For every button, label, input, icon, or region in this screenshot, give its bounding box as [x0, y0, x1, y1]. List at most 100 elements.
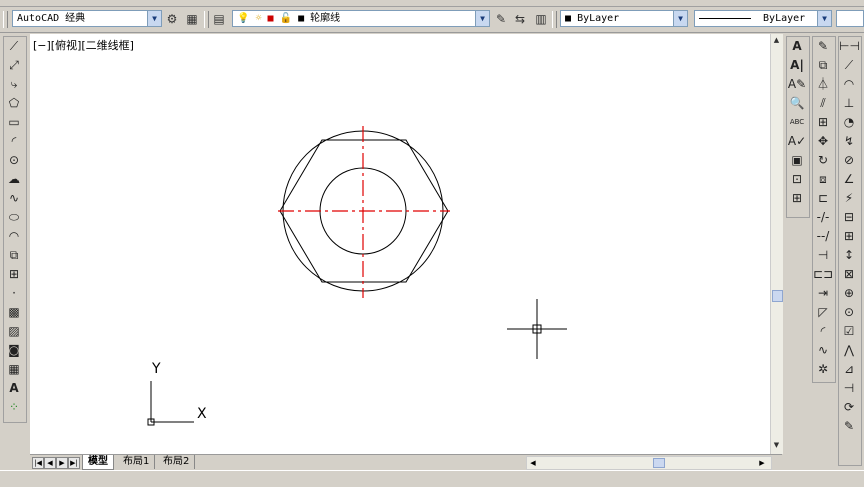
justify-text-icon[interactable]: ⊡ [787, 170, 807, 189]
chevron-down-icon[interactable]: ▼ [147, 11, 161, 26]
make-current-layer-icon[interactable]: ✎ [493, 11, 509, 27]
arc-icon[interactable]: ◜ [4, 132, 24, 151]
single-line-text-icon[interactable]: A| [787, 56, 807, 75]
chevron-down-icon[interactable]: ▼ [475, 11, 489, 26]
scroll-thumb[interactable] [772, 290, 783, 302]
erase-icon[interactable]: ✎ [813, 37, 833, 56]
array-icon[interactable]: ⊞ [813, 113, 833, 132]
dimension-style-icon[interactable]: ✎ [839, 417, 859, 436]
linetype-dropdown[interactable]: ByLayer ▼ [694, 10, 832, 27]
add-selected-icon[interactable]: ⁘ [4, 398, 24, 417]
fillet-icon[interactable]: ◜ [813, 322, 833, 341]
layer-states-icon[interactable]: ▥ [533, 11, 549, 27]
move-icon[interactable]: ✥ [813, 132, 833, 151]
convert-distance-icon[interactable]: ⊞ [787, 189, 807, 208]
mirror-icon[interactable]: ⏃ [813, 75, 833, 94]
tolerance-icon[interactable]: ⊕ [839, 284, 859, 303]
tab-layout2[interactable]: 布局2 [158, 455, 196, 469]
multiline-text-icon[interactable]: A [787, 37, 807, 56]
toolbar-grip[interactable] [204, 11, 209, 28]
ellipse-arc-icon[interactable]: ◠ [4, 227, 24, 246]
rotate-icon[interactable]: ↻ [813, 151, 833, 170]
region-icon[interactable]: ◙ [4, 341, 24, 360]
arc-length-icon[interactable]: ◠ [839, 75, 859, 94]
chamfer-icon[interactable]: ◸ [813, 303, 833, 322]
scroll-thumb[interactable] [653, 458, 665, 468]
revision-cloud-icon[interactable]: ☁ [4, 170, 24, 189]
join-icon[interactable]: ⇥ [813, 284, 833, 303]
break-icon[interactable]: ⊏⊐ [813, 265, 833, 284]
last-tab-icon[interactable]: ▶| [68, 457, 80, 469]
baseline-dimension-icon[interactable]: ⊟ [839, 208, 859, 227]
insert-block-icon[interactable]: ⧉ [4, 246, 24, 265]
center-mark-icon[interactable]: ⊙ [839, 303, 859, 322]
gear-icon[interactable]: ⚙ [164, 11, 180, 27]
scroll-left-icon[interactable]: ◀ [528, 457, 538, 469]
edit-text-icon[interactable]: A✎ [787, 75, 807, 94]
dimension-edit-icon[interactable]: ⊿ [839, 360, 859, 379]
toolbar-grip[interactable] [3, 11, 8, 28]
polyline-icon[interactable]: ⤷ [4, 75, 24, 94]
drawing-area[interactable]: [−][俯视][二维线框] Y X [30, 34, 770, 454]
layer-previous-icon[interactable]: ⇆ [512, 11, 528, 27]
trim-icon[interactable]: -/- [813, 208, 833, 227]
workspace-settings-icon[interactable]: ▦ [184, 11, 200, 27]
color-dropdown[interactable]: ■ ByLayer ▼ [560, 10, 688, 27]
vertical-scrollbar[interactable]: ▲ ▼ [770, 34, 783, 454]
jogged-linear-icon[interactable]: ⋀ [839, 341, 859, 360]
scroll-right-icon[interactable]: ▶ [757, 457, 767, 469]
continue-dimension-icon[interactable]: ⊞ [839, 227, 859, 246]
dimension-break-icon[interactable]: ⊠ [839, 265, 859, 284]
line-icon[interactable]: ⟋ [4, 37, 24, 56]
toolbar-grip[interactable] [552, 11, 557, 28]
copy-icon[interactable]: ⧉ [813, 56, 833, 75]
text-style-icon[interactable]: A✓ [787, 132, 807, 151]
gradient-icon[interactable]: ▨ [4, 322, 24, 341]
next-tab-icon[interactable]: ▶ [56, 457, 68, 469]
multiline-text-icon[interactable]: A [4, 379, 24, 398]
break-at-point-icon[interactable]: ⊣ [813, 246, 833, 265]
blend-curves-icon[interactable]: ∿ [813, 341, 833, 360]
hatch-icon[interactable]: ▩ [4, 303, 24, 322]
dimension-text-edit-icon[interactable]: ⊣ [839, 379, 859, 398]
ordinate-dimension-icon[interactable]: ⊥ [839, 94, 859, 113]
dimension-update-icon[interactable]: ⟳ [839, 398, 859, 417]
extend-icon[interactable]: --/ [813, 227, 833, 246]
scale-icon[interactable]: ⧈ [813, 170, 833, 189]
dimension-space-icon[interactable]: ↕ [839, 246, 859, 265]
quick-dimension-icon[interactable]: ⚡ [839, 189, 859, 208]
point-icon[interactable]: · [4, 284, 24, 303]
diameter-dimension-icon[interactable]: ⊘ [839, 151, 859, 170]
table-icon[interactable]: ▦ [4, 360, 24, 379]
tab-model[interactable]: 模型 [82, 455, 114, 470]
ellipse-icon[interactable]: ⬭ [4, 208, 24, 227]
scale-text-icon[interactable]: ▣ [787, 151, 807, 170]
chevron-down-icon[interactable]: ▼ [817, 11, 831, 26]
explode-icon[interactable]: ✲ [813, 360, 833, 379]
circle-icon[interactable]: ⊙ [4, 151, 24, 170]
horizontal-scrollbar[interactable]: ◀ ▶ [526, 456, 772, 470]
spline-icon[interactable]: ∿ [4, 189, 24, 208]
lineweight-dropdown[interactable] [836, 10, 864, 27]
spell-check-icon[interactable]: ABC [787, 113, 807, 132]
construction-line-icon[interactable]: ⤢ [4, 56, 24, 75]
scroll-up-icon[interactable]: ▲ [771, 36, 782, 46]
rectangle-icon[interactable]: ▭ [4, 113, 24, 132]
scroll-down-icon[interactable]: ▼ [771, 441, 782, 451]
layer-manager-icon[interactable]: ▤ [211, 11, 227, 27]
angular-dimension-icon[interactable]: ∠ [839, 170, 859, 189]
radius-dimension-icon[interactable]: ◔ [839, 113, 859, 132]
jogged-dimension-icon[interactable]: ↯ [839, 132, 859, 151]
chevron-down-icon[interactable]: ▼ [673, 11, 687, 26]
layer-dropdown[interactable]: 💡 ☼ ■ 🔓 ■ 轮廓线 ▼ [232, 10, 490, 27]
inspection-icon[interactable]: ☑ [839, 322, 859, 341]
stretch-icon[interactable]: ⊏ [813, 189, 833, 208]
workspace-dropdown[interactable]: AutoCAD 经典 ▼ [12, 10, 162, 27]
aligned-dimension-icon[interactable]: ⟋ [839, 56, 859, 75]
prev-tab-icon[interactable]: ◀ [44, 457, 56, 469]
polygon-icon[interactable]: ⬠ [4, 94, 24, 113]
tab-layout1[interactable]: 布局1 [118, 455, 156, 469]
find-text-icon[interactable]: 🔍 [787, 94, 807, 113]
first-tab-icon[interactable]: |◀ [32, 457, 44, 469]
linear-dimension-icon[interactable]: ⊢⊣ [839, 37, 860, 56]
